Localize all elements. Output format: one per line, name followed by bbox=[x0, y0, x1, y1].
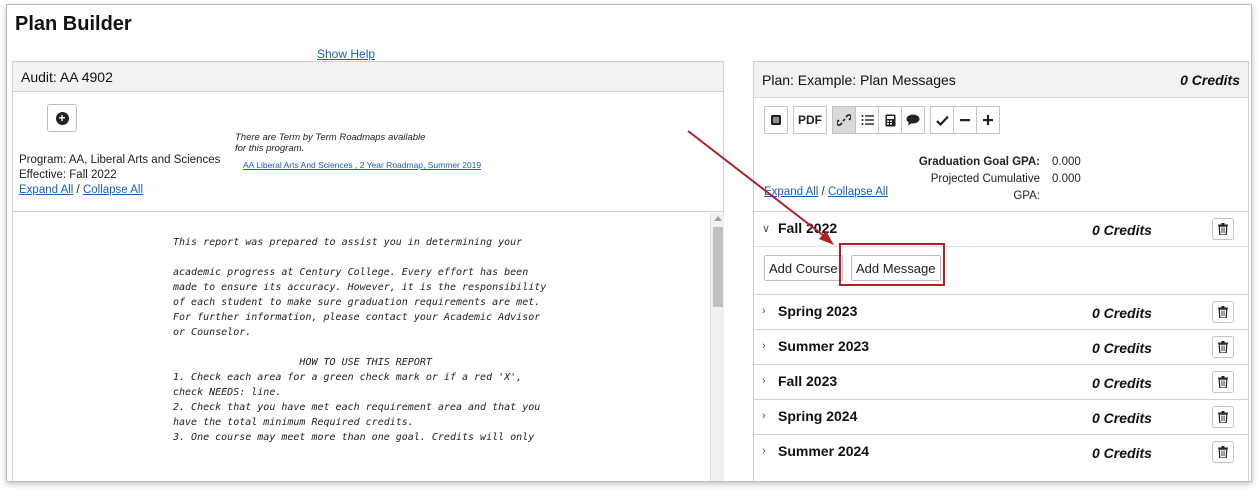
add-course-button[interactable]: Add Course bbox=[764, 255, 843, 281]
report-scrollbar[interactable] bbox=[710, 213, 724, 481]
term-list: ∨ Fall 2022 0 Credits Add Course Add Mes… bbox=[754, 211, 1248, 469]
trash-icon bbox=[1218, 341, 1228, 353]
goal-gpa-value: 0.000 bbox=[1052, 156, 1081, 168]
plan-builder-window: Plan Builder Show Help Audit: AA 4902 + … bbox=[6, 4, 1252, 482]
trash-icon bbox=[1218, 306, 1228, 318]
plus-icon bbox=[983, 115, 993, 125]
expand-button[interactable] bbox=[976, 106, 1000, 134]
annotation-highlight-box bbox=[839, 243, 945, 286]
link-separator: / bbox=[818, 186, 828, 198]
delete-term-button[interactable] bbox=[1212, 336, 1234, 358]
chevron-right-icon: › bbox=[762, 340, 766, 352]
trash-icon bbox=[1218, 411, 1228, 423]
comment-icon bbox=[906, 114, 920, 126]
calculator-button[interactable] bbox=[878, 106, 902, 134]
audit-expand-collapse: Expand All / Collapse All bbox=[19, 184, 143, 196]
plan-expand-collapse: Expand All / Collapse All bbox=[764, 186, 888, 198]
scroll-up-arrow-icon[interactable] bbox=[714, 216, 722, 221]
plan-credits: 0 Credits bbox=[1180, 72, 1240, 88]
show-help-link[interactable]: Show Help bbox=[317, 47, 375, 61]
term-credits: 0 Credits bbox=[1092, 410, 1152, 426]
term-credits: 0 Credits bbox=[1092, 340, 1152, 356]
projected-gpa-value: 0.000 bbox=[1052, 173, 1081, 185]
term-credits: 0 Credits bbox=[1092, 445, 1152, 461]
plan-header: Plan: Example: Plan Messages 0 Credits bbox=[754, 62, 1248, 98]
term-body: Add Course Add Message bbox=[754, 246, 1248, 294]
notes-button[interactable] bbox=[764, 106, 788, 134]
comment-button[interactable] bbox=[901, 106, 925, 134]
audit-report-text: This report was prepared to assist you i… bbox=[173, 237, 547, 443]
notes-icon bbox=[771, 115, 781, 125]
check-button[interactable] bbox=[930, 106, 954, 134]
page-title: Plan Builder bbox=[15, 13, 132, 35]
term-name: Fall 2022 bbox=[778, 220, 838, 236]
chevron-down-icon: ∨ bbox=[762, 223, 771, 235]
projected-gpa-label: Projected Cumulative GPA: bbox=[930, 173, 1040, 202]
scroll-thumb[interactable] bbox=[713, 227, 723, 307]
term-credits: 0 Credits bbox=[1092, 305, 1152, 321]
plan-panel: Plan: Example: Plan Messages 0 Credits P… bbox=[753, 61, 1249, 481]
plan-title: Plan: Example: Plan Messages bbox=[762, 72, 956, 88]
add-button[interactable]: + bbox=[47, 104, 77, 132]
pdf-button[interactable]: PDF bbox=[793, 106, 827, 134]
audit-info: + Program: AA, Liberal Arts and Sciences… bbox=[13, 92, 723, 212]
collapse-button[interactable] bbox=[953, 106, 977, 134]
gpa-summary: Graduation Goal GPA: 0.000 Projected Cum… bbox=[904, 154, 1081, 205]
effective-label: Effective: Fall 2022 bbox=[19, 169, 117, 181]
term-name: Spring 2023 bbox=[778, 303, 858, 319]
term-row[interactable]: › Fall 2023 0 Credits bbox=[754, 364, 1248, 399]
delete-term-button[interactable] bbox=[1212, 218, 1234, 240]
audit-expand-all-link[interactable]: Expand All bbox=[19, 184, 73, 196]
term-name: Summer 2023 bbox=[778, 338, 870, 354]
term-row[interactable]: › Summer 2023 0 Credits bbox=[754, 329, 1248, 364]
roadmap-link[interactable]: AA Liberal Arts And Sciences , 2 Year Ro… bbox=[243, 160, 481, 170]
chevron-right-icon: › bbox=[762, 375, 766, 387]
roadmap-note: There are Term by Term Roadmaps availabl… bbox=[235, 132, 426, 154]
delete-term-button[interactable] bbox=[1212, 301, 1234, 323]
term-credits: 0 Credits bbox=[1092, 375, 1152, 391]
delete-term-button[interactable] bbox=[1212, 406, 1234, 428]
list-icon bbox=[861, 115, 874, 125]
delete-term-button[interactable] bbox=[1212, 441, 1234, 463]
list-button[interactable] bbox=[855, 106, 879, 134]
link-separator: / bbox=[73, 184, 83, 196]
chevron-right-icon: › bbox=[762, 410, 766, 422]
chevron-right-icon: › bbox=[762, 445, 766, 457]
audit-title: Audit: AA 4902 bbox=[13, 62, 723, 92]
term-name: Summer 2024 bbox=[778, 443, 870, 459]
term-row[interactable]: › Spring 2024 0 Credits bbox=[754, 399, 1248, 434]
term-row[interactable]: › Spring 2023 0 Credits bbox=[754, 294, 1248, 329]
plan-toolbar: PDF bbox=[764, 106, 1000, 134]
term-row[interactable]: ∨ Fall 2022 0 Credits bbox=[754, 211, 1248, 246]
trash-icon bbox=[1218, 223, 1228, 235]
trash-icon bbox=[1218, 376, 1228, 388]
chevron-right-icon: › bbox=[762, 305, 766, 317]
term-name: Fall 2023 bbox=[778, 373, 838, 389]
trash-icon bbox=[1218, 446, 1228, 458]
term-name: Spring 2024 bbox=[778, 408, 858, 424]
audit-panel: Audit: AA 4902 + Program: AA, Liberal Ar… bbox=[12, 61, 724, 481]
term-credits: 0 Credits bbox=[1092, 222, 1152, 238]
program-label: Program: AA, Liberal Arts and Sciences bbox=[19, 154, 221, 166]
link-button[interactable] bbox=[832, 106, 856, 134]
plan-expand-all-link[interactable]: Expand All bbox=[764, 186, 818, 198]
calculator-icon bbox=[885, 114, 895, 126]
plus-circle-icon: + bbox=[55, 111, 69, 125]
minus-icon bbox=[960, 119, 970, 122]
check-icon bbox=[935, 115, 949, 126]
delete-term-button[interactable] bbox=[1212, 371, 1234, 393]
audit-collapse-all-link[interactable]: Collapse All bbox=[83, 184, 143, 196]
term-row[interactable]: › Summer 2024 0 Credits bbox=[754, 434, 1248, 469]
goal-gpa-label: Graduation Goal GPA: bbox=[918, 156, 1040, 168]
link-icon bbox=[837, 114, 851, 126]
plan-collapse-all-link[interactable]: Collapse All bbox=[828, 186, 888, 198]
